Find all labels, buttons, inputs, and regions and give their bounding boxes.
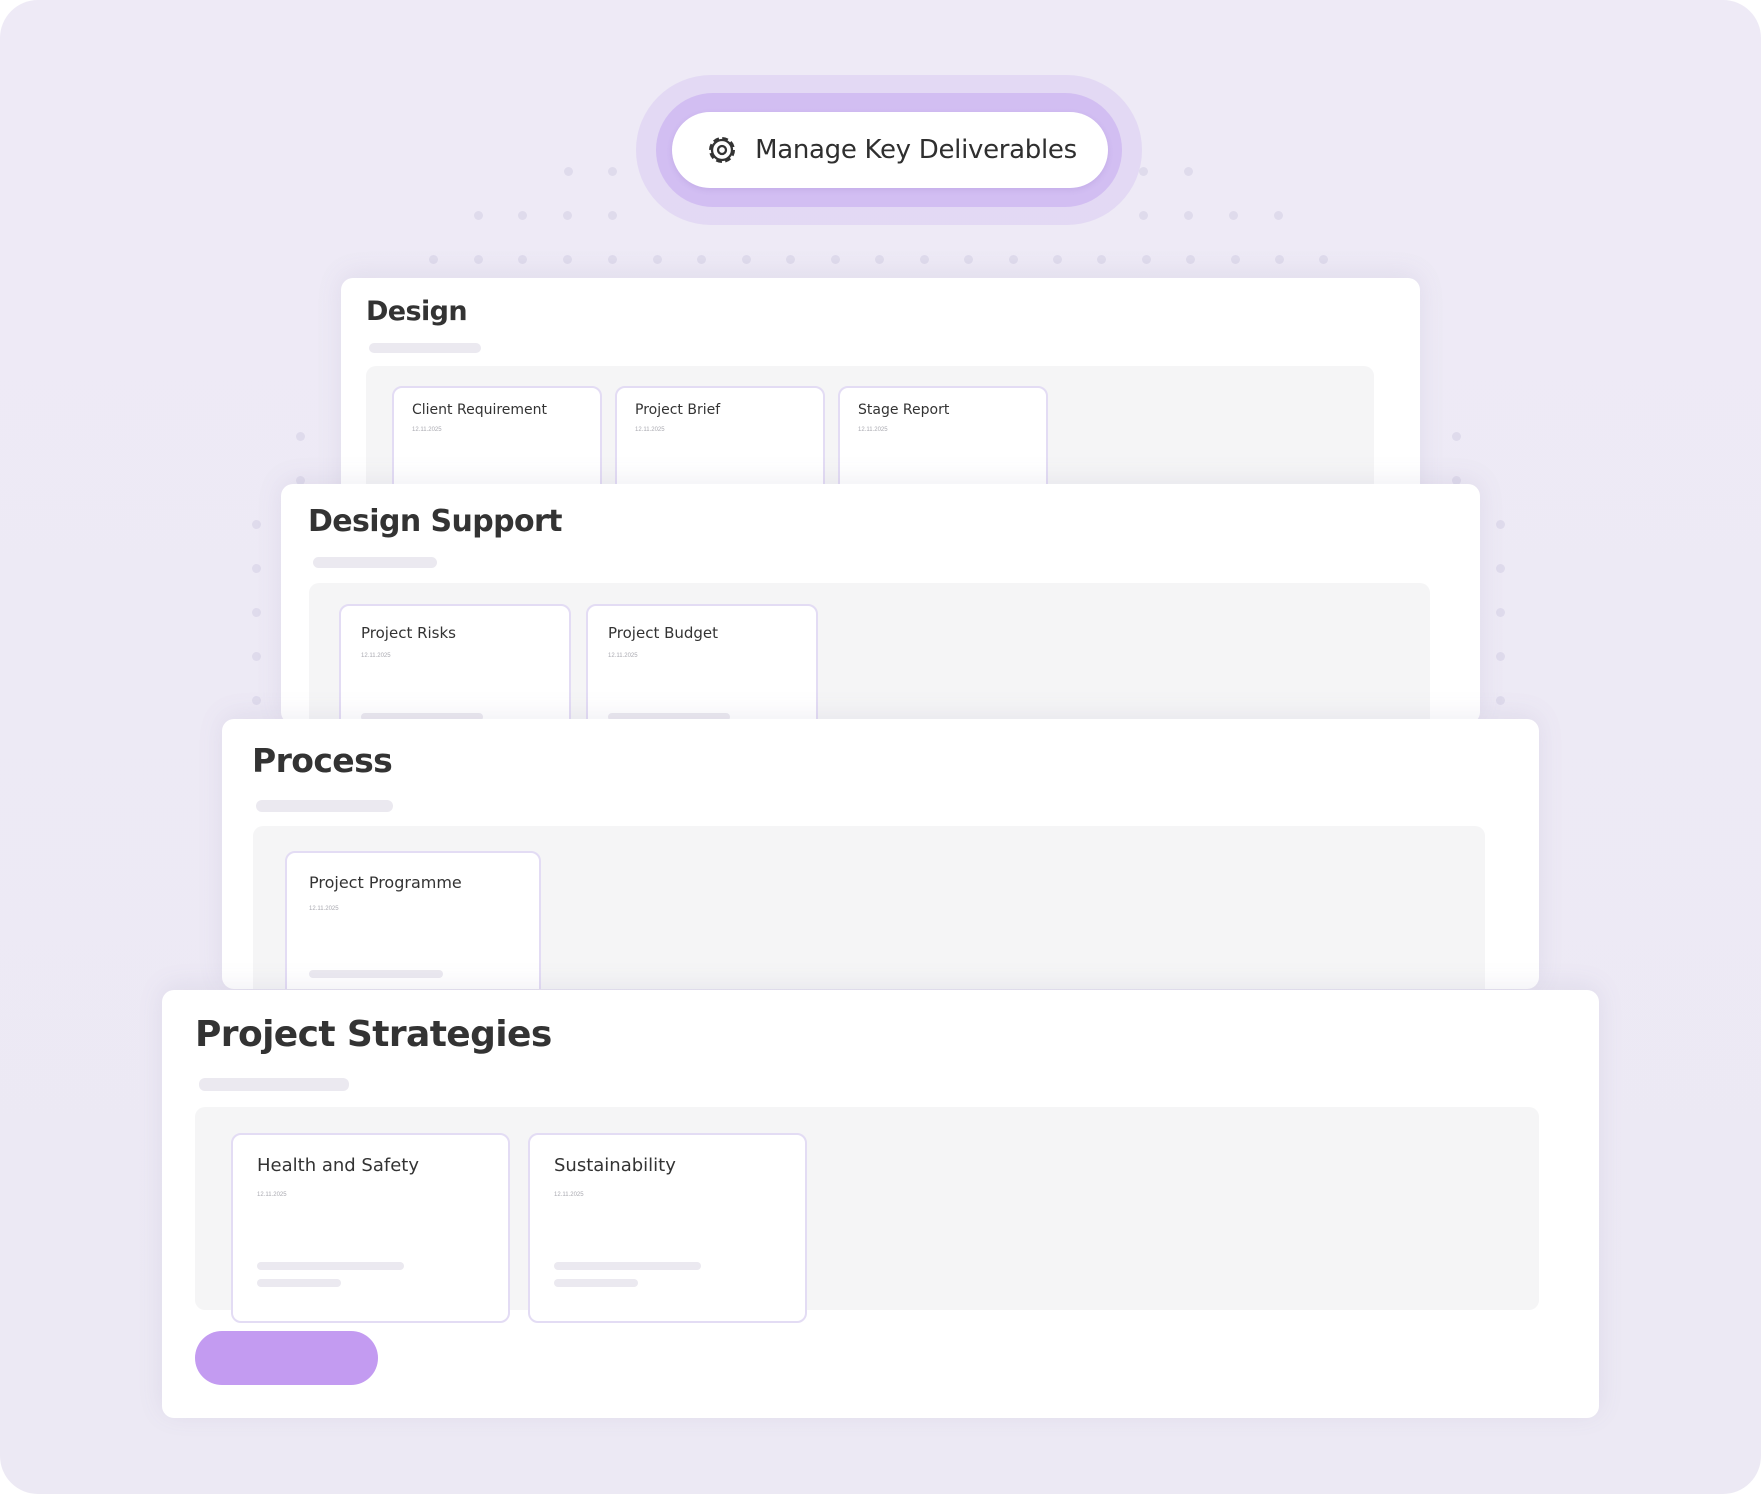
- decor-dot: [1009, 255, 1018, 264]
- canvas-background: Manage Key Deliverables Design Client Re…: [0, 0, 1761, 1494]
- decor-dot: [252, 652, 261, 661]
- decor-dot: [786, 255, 795, 264]
- section-subtitle-placeholder: [256, 800, 393, 812]
- section-subtitle-placeholder: [199, 1078, 349, 1091]
- card-date: 12.11.2025: [554, 1192, 584, 1198]
- decor-dot: [1186, 255, 1195, 264]
- card-title: Stage Report: [858, 402, 950, 418]
- card-title: Project Budget: [608, 624, 719, 642]
- decor-dot: [742, 255, 751, 264]
- card-date: 12.11.2025: [608, 653, 638, 659]
- card-title: Project Brief: [635, 402, 721, 418]
- decor-dot: [1139, 211, 1148, 220]
- decor-dot: [563, 255, 572, 264]
- section-title: Process: [252, 741, 393, 780]
- decor-dot: [518, 255, 527, 264]
- decor-dot: [252, 564, 261, 573]
- decor-dot: [1496, 608, 1505, 617]
- section-panel-design-support: Design Support Project Risks 12.11.2025 …: [281, 484, 1480, 724]
- decor-dot: [964, 255, 973, 264]
- decor-dot: [920, 255, 929, 264]
- decor-dot: [1274, 211, 1283, 220]
- decor-dot: [697, 255, 706, 264]
- decor-dot: [252, 520, 261, 529]
- card-progress-placeholder: [554, 1279, 638, 1287]
- deliverable-card[interactable]: Sustainability 12.11.2025: [528, 1133, 807, 1323]
- section-title: Project Strategies: [195, 1014, 552, 1055]
- decor-dot: [564, 167, 573, 176]
- card-progress-placeholder: [257, 1262, 404, 1270]
- decor-dot: [474, 255, 483, 264]
- decor-dot: [875, 255, 884, 264]
- decor-dot: [1496, 564, 1505, 573]
- decor-dot: [1496, 696, 1505, 705]
- section-title: Design Support: [308, 504, 563, 539]
- section-subtitle-placeholder: [313, 557, 437, 568]
- section-subtitle-placeholder: [369, 343, 481, 353]
- decor-dot: [563, 211, 572, 220]
- decor-dot: [1275, 255, 1284, 264]
- decor-dot: [1142, 255, 1151, 264]
- section-panel-process: Process Project Programme 12.11.2025: [222, 719, 1539, 989]
- card-date: 12.11.2025: [361, 653, 391, 659]
- decor-dot: [1229, 211, 1238, 220]
- card-progress-placeholder: [554, 1262, 701, 1270]
- decor-dot: [1053, 255, 1062, 264]
- deliverable-card[interactable]: Health and Safety 12.11.2025: [231, 1133, 510, 1323]
- decor-dot: [608, 211, 617, 220]
- card-title: Project Programme: [309, 873, 462, 892]
- card-title: Sustainability: [554, 1155, 676, 1176]
- card-date: 12.11.2025: [635, 427, 665, 433]
- decor-dot: [1319, 255, 1328, 264]
- card-title: Client Requirement: [412, 402, 548, 418]
- header-label: Manage Key Deliverables: [755, 135, 1077, 165]
- card-date: 12.11.2025: [412, 427, 442, 433]
- deliverable-card[interactable]: Project Budget 12.11.2025: [586, 604, 818, 724]
- card-progress-placeholder: [257, 1279, 341, 1287]
- decor-dot: [252, 608, 261, 617]
- card-progress-placeholder: [309, 970, 443, 978]
- decor-dot: [429, 255, 438, 264]
- decor-dot: [1231, 255, 1240, 264]
- decor-dot: [608, 167, 617, 176]
- decor-dot: [1097, 255, 1106, 264]
- deliverables-tray: Health and Safety 12.11.2025 Sustainabil…: [195, 1107, 1539, 1323]
- deliverable-card[interactable]: Project Risks 12.11.2025: [339, 604, 571, 724]
- deliverables-tray: Project Programme 12.11.2025: [253, 826, 1485, 989]
- decor-dot: [653, 255, 662, 264]
- decor-dot: [608, 255, 617, 264]
- decor-dot: [1452, 432, 1461, 441]
- decor-dot: [1184, 211, 1193, 220]
- decor-dot: [1139, 167, 1148, 176]
- decor-dot: [518, 211, 527, 220]
- deliverable-card[interactable]: Project Programme 12.11.2025: [285, 851, 541, 989]
- decor-dot: [296, 432, 305, 441]
- deliverables-tray: Project Risks 12.11.2025 Project Budget …: [309, 583, 1430, 724]
- decor-dot: [831, 255, 840, 264]
- card-date: 12.11.2025: [257, 1192, 287, 1198]
- manage-key-deliverables-button[interactable]: Manage Key Deliverables: [672, 112, 1108, 188]
- card-title: Health and Safety: [257, 1155, 419, 1176]
- card-title: Project Risks: [361, 624, 456, 642]
- card-date: 12.11.2025: [309, 906, 339, 912]
- decor-dot: [1184, 167, 1193, 176]
- decor-dot: [1496, 652, 1505, 661]
- decor-dot: [474, 211, 483, 220]
- decor-dot: [252, 696, 261, 705]
- card-date: 12.11.2025: [858, 427, 888, 433]
- add-deliverable-button[interactable]: [195, 1331, 378, 1385]
- decor-dot: [1496, 520, 1505, 529]
- section-title: Design: [366, 296, 468, 327]
- gear-icon: [709, 136, 736, 164]
